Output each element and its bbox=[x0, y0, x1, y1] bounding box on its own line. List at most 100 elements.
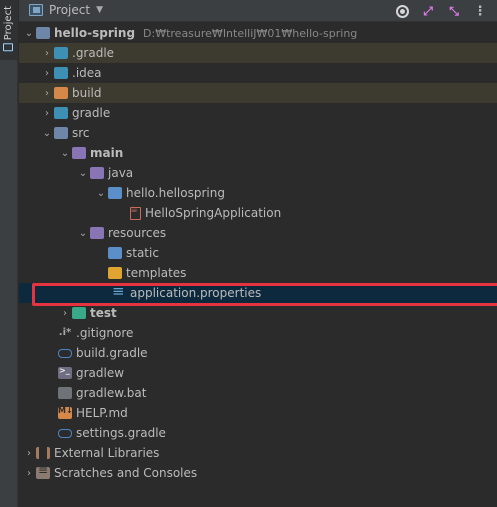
tree-row-src[interactable]: ⌄ src bbox=[19, 123, 497, 143]
collapse-all-button[interactable]: ⤡ bbox=[445, 2, 463, 20]
chevron-down-icon[interactable]: ⌄ bbox=[76, 168, 90, 179]
tree-row-settings-gradle[interactable]: settings.gradle bbox=[19, 423, 497, 443]
tree-row-external-libraries[interactable]: › External Libraries bbox=[19, 443, 497, 463]
tree-row-build-dir[interactable]: › build bbox=[19, 83, 497, 103]
tree-row-idea-dir[interactable]: › .idea bbox=[19, 63, 497, 83]
tree-label: test bbox=[90, 306, 117, 320]
tree-row-build-gradle[interactable]: build.gradle bbox=[19, 343, 497, 363]
chevron-down-icon: ▼ bbox=[96, 5, 103, 15]
library-icon bbox=[36, 447, 50, 459]
project-window-icon bbox=[3, 43, 14, 52]
gradle-file-icon bbox=[58, 348, 72, 358]
tree-label: templates bbox=[126, 266, 187, 280]
chevron-down-icon[interactable]: ⌄ bbox=[22, 28, 36, 39]
tree-label: application.properties bbox=[130, 286, 262, 300]
select-opened-file-button[interactable] bbox=[393, 2, 411, 20]
properties-file-icon bbox=[112, 282, 126, 300]
excluded-folder-icon bbox=[54, 87, 68, 99]
tree-label: hello.hellospring bbox=[126, 186, 225, 200]
tree-row-app-class[interactable]: HelloSpringApplication bbox=[19, 203, 497, 223]
project-panel: Project ▼ ⤢ ⤡ ⋮ ⌄ hello-spring D:₩treasu… bbox=[19, 0, 497, 507]
tree-label: Scratches and Consoles bbox=[54, 466, 198, 480]
expand-all-button[interactable]: ⤢ bbox=[419, 2, 437, 20]
module-folder-icon bbox=[36, 27, 50, 39]
tree-label: HelloSpringApplication bbox=[145, 206, 282, 220]
tree-label: gradlew.bat bbox=[76, 386, 147, 400]
resources-folder-icon bbox=[90, 227, 104, 239]
source-root-icon bbox=[90, 167, 104, 179]
tree-label: gradle bbox=[72, 106, 111, 120]
batch-file-icon bbox=[58, 387, 72, 399]
test-folder-icon bbox=[72, 307, 86, 319]
tree-row-test[interactable]: › test bbox=[19, 303, 497, 323]
project-tab-label: Project bbox=[3, 6, 14, 41]
tool-window-strip: Project bbox=[0, 0, 18, 507]
tree-label: resources bbox=[108, 226, 167, 240]
tree-row-gradlew[interactable]: gradlew bbox=[19, 363, 497, 383]
folder-icon bbox=[72, 147, 86, 159]
gradle-folder-icon bbox=[54, 107, 68, 119]
tree-label: hello-spring bbox=[54, 26, 136, 40]
tree-row-help-md[interactable]: HELP.md bbox=[19, 403, 497, 423]
tree-label: .idea bbox=[72, 66, 102, 80]
tree-row-gitignore[interactable]: .i* .gitignore bbox=[19, 323, 497, 343]
chevron-right-icon[interactable]: › bbox=[40, 68, 54, 79]
options-button[interactable]: ⋮ bbox=[471, 2, 489, 20]
tree-label: .gitignore bbox=[76, 326, 134, 340]
shell-script-icon bbox=[58, 366, 72, 379]
chevron-down-icon[interactable]: ⌄ bbox=[94, 188, 108, 199]
tree-row-gradle-dir[interactable]: › .gradle bbox=[19, 43, 497, 63]
project-tool-tab[interactable]: Project bbox=[0, 0, 18, 60]
tree-label: .gradle bbox=[72, 46, 115, 60]
idea-folder-icon bbox=[54, 67, 68, 79]
tree-row-package[interactable]: ⌄ hello.hellospring bbox=[19, 183, 497, 203]
tree-label: HELP.md bbox=[76, 406, 128, 420]
tree-row-gradlew-bat[interactable]: gradlew.bat bbox=[19, 383, 497, 403]
markdown-file-icon bbox=[58, 406, 73, 419]
scratches-icon bbox=[36, 463, 50, 479]
tree-row-hello-spring[interactable]: ⌄ hello-spring D:₩treasure₩IntelliJ₩01₩h… bbox=[19, 23, 497, 43]
tree-row-application-properties[interactable]: application.properties bbox=[19, 282, 497, 303]
chevron-right-icon[interactable]: › bbox=[40, 88, 54, 99]
tree-row-templates[interactable]: templates bbox=[19, 263, 497, 283]
project-view-icon bbox=[29, 4, 43, 16]
src-folder-icon bbox=[54, 127, 68, 139]
chevron-down-icon[interactable]: ⌄ bbox=[40, 128, 54, 139]
gradle-folder-icon bbox=[54, 47, 68, 59]
chevron-right-icon[interactable]: › bbox=[58, 308, 72, 319]
tree-label: External Libraries bbox=[54, 446, 160, 460]
more-icon: ⋮ bbox=[473, 3, 487, 19]
chevron-down-icon[interactable]: ⌄ bbox=[76, 228, 90, 239]
java-class-icon bbox=[130, 205, 141, 220]
target-icon bbox=[395, 4, 409, 18]
project-view-title: Project bbox=[49, 3, 91, 17]
chevron-right-icon[interactable]: › bbox=[40, 48, 54, 59]
chevron-right-icon[interactable]: › bbox=[22, 448, 36, 459]
web-folder-icon bbox=[108, 247, 122, 259]
gradle-file-icon bbox=[58, 428, 72, 438]
tree-label: static bbox=[126, 246, 159, 260]
tree-label: build.gradle bbox=[76, 346, 148, 360]
tree-row-static[interactable]: static bbox=[19, 243, 497, 263]
tree-row-scratches[interactable]: › Scratches and Consoles bbox=[19, 463, 497, 483]
collapse-all-icon: ⤡ bbox=[449, 3, 459, 18]
tree-label: build bbox=[72, 86, 102, 100]
tree-row-gradle-folder[interactable]: › gradle bbox=[19, 103, 497, 123]
tree-row-java[interactable]: ⌄ java bbox=[19, 163, 497, 183]
chevron-right-icon[interactable]: › bbox=[40, 108, 54, 119]
project-panel-header: Project ▼ ⤢ ⤡ ⋮ bbox=[19, 0, 497, 22]
tree-path: D:₩treasure₩IntelliJ₩01₩hello-spring bbox=[143, 26, 358, 40]
chevron-down-icon[interactable]: ⌄ bbox=[58, 148, 72, 159]
chevron-right-icon[interactable]: › bbox=[22, 468, 36, 479]
tree-row-main[interactable]: ⌄ main bbox=[19, 143, 497, 163]
templates-folder-icon bbox=[108, 267, 122, 279]
tree-label: settings.gradle bbox=[76, 426, 166, 440]
gitignore-icon: .i* bbox=[58, 327, 72, 338]
tree-row-resources[interactable]: ⌄ resources bbox=[19, 223, 497, 243]
tree-label: src bbox=[72, 126, 90, 140]
tree-label: main bbox=[90, 146, 124, 160]
expand-all-icon: ⤢ bbox=[423, 3, 433, 18]
tree-label: java bbox=[108, 166, 134, 180]
project-view-selector[interactable]: Project ▼ bbox=[29, 3, 103, 17]
tree-label: gradlew bbox=[76, 366, 125, 380]
